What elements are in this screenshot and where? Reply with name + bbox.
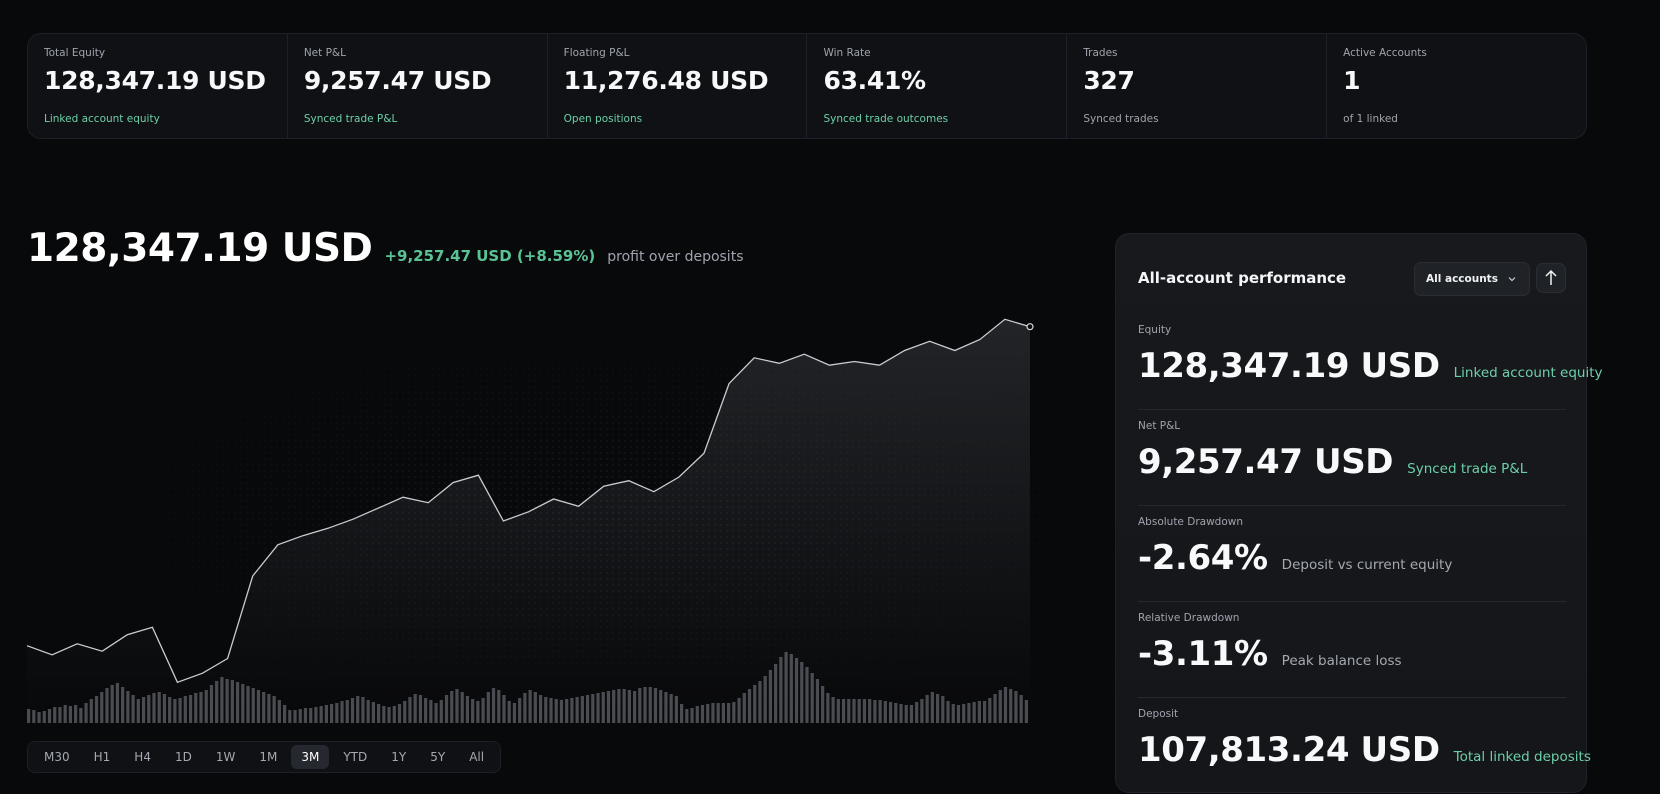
equity-value: 128,347.19 USD [27,226,373,271]
range-m30[interactable]: M30 [34,745,80,769]
stat-sub: Synced trade outcomes [823,113,949,125]
metric-value: 128,347.19 USD [1138,346,1440,386]
metric-label: Net P&L [1138,420,1181,432]
metric-sub: Peak balance loss [1281,653,1402,669]
metric-net-pnl: Net P&L 9,257.47 USD Synced trade P&L [1138,410,1566,506]
metric-relative-drawdown: Relative Drawdown -3.11% Peak balance lo… [1138,602,1566,698]
panel-title: All-account performance [1138,269,1347,287]
range-1m[interactable]: 1M [249,745,287,769]
volume-bar [42,711,46,723]
stat-sub: of 1 linked [1343,113,1398,125]
stat-label: Floating P&L [563,47,630,59]
stat-value: 9,257.47 USD [303,66,492,95]
stat-value: 327 [1083,66,1135,95]
equity-endpoint-marker[interactable] [1026,323,1034,331]
metric-equity: Equity 128,347.19 USD Linked account equ… [1138,314,1603,410]
range-5y[interactable]: 5Y [420,745,455,769]
range-1w[interactable]: 1W [206,745,246,769]
stat-active-accounts: Active Accounts 1 of 1 linked [1327,34,1586,138]
account-select-value: All accounts [1426,273,1498,285]
range-1d[interactable]: 1D [165,745,202,769]
stat-value: 1 [1343,66,1361,95]
chevron-down-icon [1508,277,1516,282]
stat-total-equity: Total Equity 128,347.19 USD Linked accou… [28,34,288,138]
stat-sub: Open positions [563,113,643,125]
stat-value: 63.41% [823,66,926,95]
equity-chart[interactable] [0,290,1040,730]
volume-bar [37,712,41,723]
stat-label: Active Accounts [1343,47,1427,59]
metric-sub: Total linked deposits [1453,749,1591,765]
metric-label: Relative Drawdown [1138,612,1240,624]
stat-value: 11,276.48 USD [563,66,769,95]
metric-value: -2.64% [1138,538,1268,578]
performance-panel: All-account performance All accounts Equ… [1115,233,1603,794]
range-ytd[interactable]: YTD [333,745,377,769]
range-h4[interactable]: H4 [124,745,161,769]
stat-value: 128,347.19 USD [44,66,266,95]
stat-sub: Synced trades [1083,113,1159,125]
metric-absolute-drawdown: Absolute Drawdown -2.64% Deposit vs curr… [1138,506,1566,602]
metric-label: Absolute Drawdown [1138,516,1243,528]
stat-label: Total Equity [44,47,106,59]
metric-value: 107,813.24 USD [1138,730,1440,770]
stat-label: Win Rate [823,47,871,59]
stat-net-pnl: Net P&L 9,257.47 USD Synced trade P&L [288,34,548,138]
metric-deposit: Deposit 107,813.24 USD Total linked depo… [1138,698,1591,794]
range-all[interactable]: All [459,745,494,769]
equity-summary: 128,347.19 USD +9,257.47 USD (+8.59%) pr… [27,226,743,271]
equity-change: +9,257.47 USD (+8.59%) [384,247,596,265]
stat-sub: Synced trade P&L [303,113,398,125]
stat-label: Net P&L [303,47,346,59]
metric-sub: Deposit vs current equity [1281,557,1453,573]
stat-win-rate: Win Rate 63.41% Synced trade outcomes [807,34,1068,138]
range-3m[interactable]: 3M [291,745,330,769]
stat-label: Trades [1083,47,1118,59]
stat-sub: Linked account equity [44,113,160,125]
account-select[interactable]: All accounts [1414,262,1530,296]
metric-sub: Synced trade P&L [1407,461,1528,477]
equity-note: profit over deposits [607,249,744,265]
metric-label: Equity [1138,324,1172,336]
metric-label: Deposit [1138,708,1179,720]
metric-value: -3.11% [1138,634,1268,674]
arrow-up-icon [1545,269,1557,285]
range-h1[interactable]: H1 [84,745,121,769]
metric-sub: Linked account equity [1453,365,1603,381]
range-selector: M30 H1 H4 1D 1W 1M 3M YTD 1Y 5Y All [27,741,502,773]
stat-trades: Trades 327 Synced trades [1067,34,1328,138]
stats-bar: Total Equity 128,347.19 USD Linked accou… [27,33,1587,139]
metric-value: 9,257.47 USD [1138,442,1394,482]
stat-floating-pnl: Floating P&L 11,276.48 USD Open position… [548,34,808,138]
scroll-up-button[interactable] [1536,263,1566,293]
range-1y[interactable]: 1Y [381,745,416,769]
